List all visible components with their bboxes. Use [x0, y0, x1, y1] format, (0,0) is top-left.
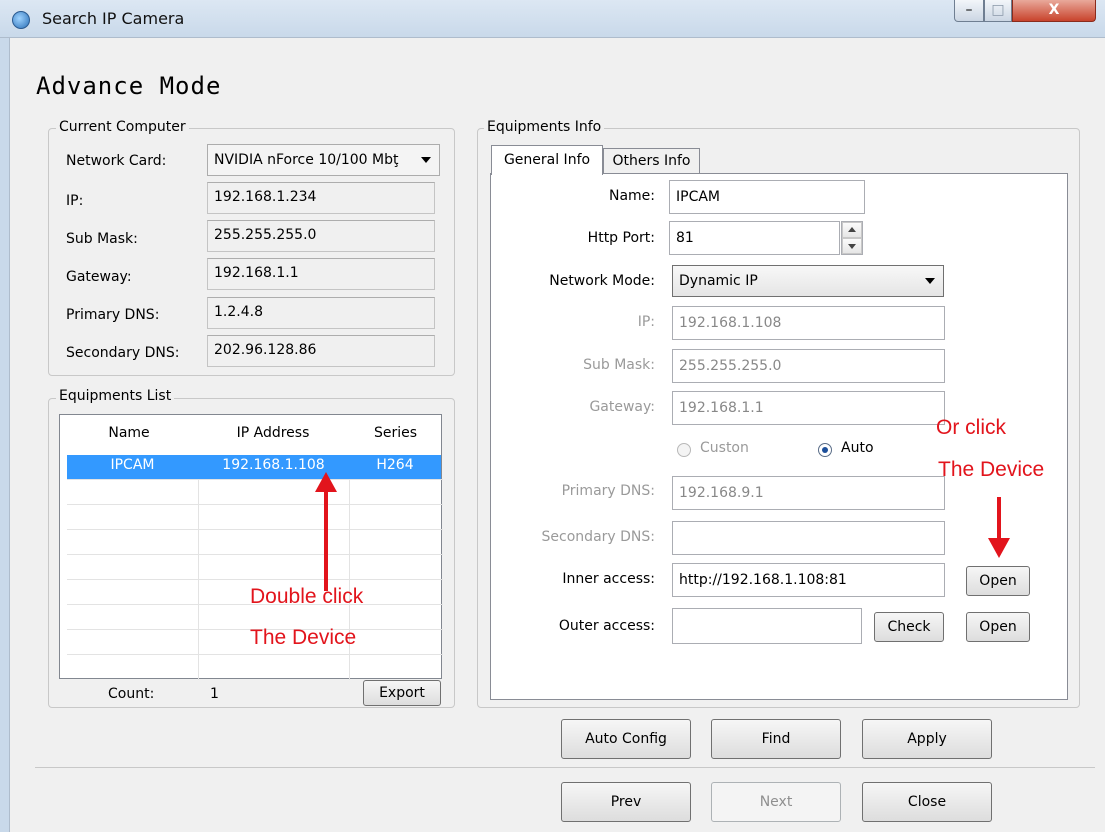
tab-others-info[interactable]: Others Info	[603, 148, 700, 174]
current-computer-label: Current Computer	[56, 119, 189, 135]
submask-field: 255.255.255.0	[207, 220, 435, 252]
close-icon: X	[1048, 2, 1060, 18]
grid-divider	[67, 504, 443, 505]
app-icon	[12, 11, 30, 29]
export-button[interactable]: Export	[363, 680, 441, 706]
secondary-dns-label: Secondary DNS:	[66, 345, 180, 361]
primary-dns-label: Primary DNS:	[66, 307, 160, 323]
primary-dns-field: 1.2.4.8	[207, 297, 435, 329]
ip-field: 192.168.1.234	[207, 182, 435, 214]
next-button[interactable]: Next	[711, 782, 841, 822]
device-secondary-dns-label: Secondary DNS:	[541, 529, 655, 545]
window-left-border	[0, 38, 10, 832]
device-secondary-dns-input[interactable]	[672, 521, 945, 555]
http-port-input[interactable]: 81	[669, 221, 840, 255]
annotation-double-click: Double click	[250, 585, 364, 608]
annotation-or-click: Or click	[936, 416, 1006, 439]
outer-access-label: Outer access:	[558, 618, 655, 634]
chevron-down-icon	[925, 278, 935, 284]
inner-open-button[interactable]: Open	[966, 566, 1030, 596]
equipments-list-label: Equipments List	[56, 388, 175, 404]
device-ip-label: IP:	[637, 314, 655, 330]
ip-label: IP:	[66, 193, 84, 209]
chevron-down-icon	[848, 244, 856, 249]
chevron-down-icon	[421, 157, 431, 163]
submask-label: Sub Mask:	[66, 231, 138, 247]
close-button[interactable]: Close	[862, 782, 992, 822]
outer-access-input[interactable]	[672, 608, 862, 644]
http-port-stepper[interactable]	[841, 221, 863, 255]
network-card-value: NVIDIA nForce 10/100 Mbţ	[214, 152, 399, 168]
inner-access-label: Inner access:	[562, 571, 655, 587]
column-header-name[interactable]: Name	[60, 425, 198, 441]
tab-general-info[interactable]: General Info	[491, 145, 603, 175]
radio-custom-label[interactable]: Custon	[700, 440, 749, 456]
check-button[interactable]: Check	[874, 612, 944, 642]
annotation-the-device-right: The Device	[938, 458, 1045, 481]
radio-auto[interactable]	[818, 443, 832, 457]
grid-divider	[67, 479, 443, 480]
gateway-field: 192.168.1.1	[207, 258, 435, 290]
auto-config-button[interactable]: Auto Config	[561, 719, 691, 759]
maximize-icon: □	[991, 2, 1005, 18]
grid-divider	[67, 529, 443, 530]
device-submask-label: Sub Mask:	[583, 357, 655, 373]
device-primary-dns-input[interactable]: 192.168.9.1	[672, 476, 945, 510]
count-value: 1	[210, 686, 219, 702]
equipments-info-label: Equipments Info	[484, 119, 605, 135]
stepper-up-button[interactable]	[842, 222, 862, 238]
annotation-arrow-shaft	[324, 486, 328, 591]
window-controls: – □ X	[954, 0, 1096, 22]
window-title: Search IP Camera	[42, 9, 185, 28]
network-card-select[interactable]: NVIDIA nForce 10/100 Mbţ	[207, 144, 440, 176]
device-submask-input[interactable]: 255.255.255.0	[672, 349, 945, 383]
annotation-the-device-left: The Device	[250, 626, 357, 649]
annotation-arrow-shaft	[997, 497, 1001, 539]
close-window-button[interactable]: X	[1012, 0, 1096, 22]
http-port-label: Http Port:	[587, 230, 655, 246]
minimize-button[interactable]: –	[954, 0, 984, 22]
grid-divider	[198, 455, 199, 680]
maximize-button[interactable]: □	[984, 0, 1012, 22]
device-primary-dns-label: Primary DNS:	[561, 483, 655, 499]
radio-auto-label[interactable]: Auto	[841, 440, 874, 456]
column-header-series[interactable]: Series	[348, 425, 443, 441]
network-mode-label: Network Mode:	[549, 273, 655, 289]
radio-custom[interactable]	[677, 443, 691, 457]
name-label: Name:	[608, 188, 655, 204]
page-title: Advance Mode	[36, 72, 222, 100]
outer-open-button[interactable]: Open	[966, 612, 1030, 642]
network-card-label: Network Card:	[66, 153, 167, 169]
up-arrow-icon	[315, 472, 337, 492]
gateway-label: Gateway:	[66, 269, 132, 285]
name-input[interactable]: IPCAM	[669, 180, 865, 214]
find-button[interactable]: Find	[711, 719, 841, 759]
row-ip-address: 192.168.1.108	[222, 457, 325, 473]
stepper-down-button[interactable]	[842, 238, 862, 254]
network-mode-select[interactable]: Dynamic IP	[672, 265, 944, 297]
row-series: H264	[376, 457, 414, 473]
device-gateway-label: Gateway:	[589, 399, 655, 415]
device-ip-input[interactable]: 192.168.1.108	[672, 306, 945, 340]
grid-divider	[67, 579, 443, 580]
column-header-ip-address[interactable]: IP Address	[198, 425, 348, 441]
prev-button[interactable]: Prev	[561, 782, 691, 822]
secondary-dns-field: 202.96.128.86	[207, 335, 435, 367]
down-arrow-icon	[988, 538, 1010, 558]
grid-divider	[67, 554, 443, 555]
apply-button[interactable]: Apply	[862, 719, 992, 759]
chevron-up-icon	[848, 227, 856, 232]
grid-divider	[67, 654, 443, 655]
minimize-icon: –	[965, 2, 973, 18]
network-mode-value: Dynamic IP	[679, 273, 758, 289]
row-name: IPCAM	[110, 457, 155, 473]
device-gateway-input[interactable]: 192.168.1.1	[672, 391, 945, 425]
inner-access-input[interactable]: http://192.168.1.108:81	[672, 563, 945, 597]
count-label: Count:	[108, 686, 155, 702]
footer-divider	[35, 767, 1095, 768]
table-row[interactable]: IPCAM 192.168.1.108 H264	[67, 455, 441, 479]
